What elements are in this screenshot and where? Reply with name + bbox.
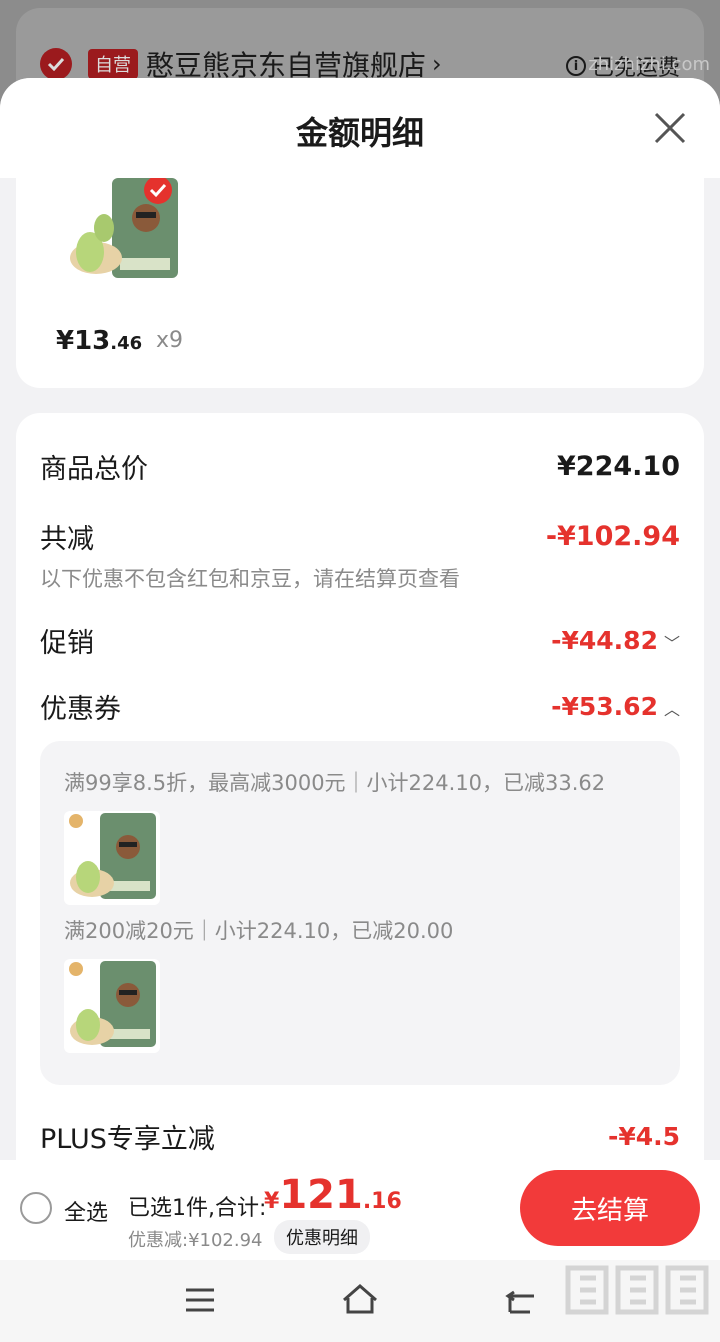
coupon-detail-box: 满99享8.5折，最高减3000元｜小计224.10，已减33.62 满200减… (40, 741, 680, 1085)
amount-dec: .16 (362, 1189, 402, 1214)
reduce-label: 共减 (40, 524, 94, 555)
coupon-line-2: 满200减20元｜小计224.10，已减20.00 (64, 919, 454, 943)
coupon-product-image-1 (64, 811, 160, 905)
checkout-button[interactable]: 去结算 (520, 1170, 700, 1246)
info-icon: i (565, 56, 586, 76)
product-quantity: x9 (156, 328, 184, 353)
select-all-radio[interactable] (20, 1192, 52, 1224)
discount-note: 以下优惠不包含红包和京豆，请在结算页查看 (40, 567, 460, 591)
amount-int: 121 (279, 1172, 363, 1218)
chevron-up-icon: ︿ (663, 700, 680, 719)
reduce-value: -¥102.94 (545, 521, 680, 552)
coupon-line-1: 满99享8.5折，最高减3000元｜小计224.10，已减33.62 (64, 771, 606, 795)
plus-value: -¥4.5 (607, 1122, 680, 1151)
total-amount: ¥121.16 (264, 1172, 402, 1218)
coupon-label: 优惠券 (40, 694, 121, 725)
coupon-value-wrap: -¥53.62 ︿ (551, 692, 680, 721)
checkout-bar: 全选 已选1件,合计: ¥121.16 优惠减:¥102.94 优惠明细 去结算 (0, 1160, 720, 1260)
coupon-value: -¥53.62 (551, 692, 658, 721)
product-card: ¥13.46 x9 (16, 176, 704, 388)
selected-summary: 已选1件,合计: (128, 1196, 267, 1221)
product-price-dec: .46 (110, 333, 143, 354)
product-price: ¥13.46 (56, 326, 142, 356)
discount-detail-button[interactable]: 优惠明细 (274, 1220, 370, 1254)
plus-label: PLUS专享立减 (40, 1124, 215, 1155)
menu-icon[interactable] (180, 1282, 220, 1318)
back-icon[interactable] (500, 1282, 540, 1318)
sheet-header: 金额明细 (0, 78, 720, 178)
home-icon[interactable] (340, 1282, 380, 1318)
reduce-row: 共减 -¥102.94 (40, 517, 680, 556)
chevron-right-icon: › (432, 50, 442, 78)
checked-icon (40, 48, 72, 80)
amount-detail-sheet: 金额明细 ¥13.46 x9 商品总价 ¥224.10 共减 -¥102.94 … (0, 78, 720, 1160)
discount-summary: 优惠减:¥102.94 (128, 1230, 263, 1251)
promo-value-wrap: -¥44.82 ﹀ (551, 626, 680, 655)
coupon-product-image-2 (64, 959, 160, 1053)
self-operated-badge: 自营 (88, 49, 138, 79)
close-icon[interactable] (652, 110, 688, 146)
product-price-int: ¥13 (56, 326, 111, 356)
coupon-row[interactable]: 优惠券 -¥53.62 ︿ (40, 687, 680, 726)
total-value: ¥224.10 (557, 451, 680, 482)
sheet-title: 金额明细 (295, 114, 424, 152)
watermark-logo (562, 1262, 712, 1342)
promo-value: -¥44.82 (551, 626, 658, 655)
total-label: 商品总价 (40, 454, 148, 485)
chevron-down-icon: ﹀ (663, 634, 680, 653)
product-image[interactable] (60, 176, 180, 286)
amount-currency: ¥ (264, 1189, 280, 1214)
plus-row: PLUS专享立减 -¥4.5 (40, 1117, 680, 1156)
promo-row[interactable]: 促销 -¥44.82 ﹀ (40, 621, 680, 660)
watermark-text: zhizhizhi.com (588, 54, 710, 75)
select-all-label[interactable]: 全选 (64, 1195, 108, 1227)
total-row: 商品总价 ¥224.10 (40, 447, 680, 486)
promo-label: 促销 (40, 628, 94, 659)
price-detail-card: 商品总价 ¥224.10 共减 -¥102.94 以下优惠不包含红包和京豆，请在… (16, 413, 704, 1160)
